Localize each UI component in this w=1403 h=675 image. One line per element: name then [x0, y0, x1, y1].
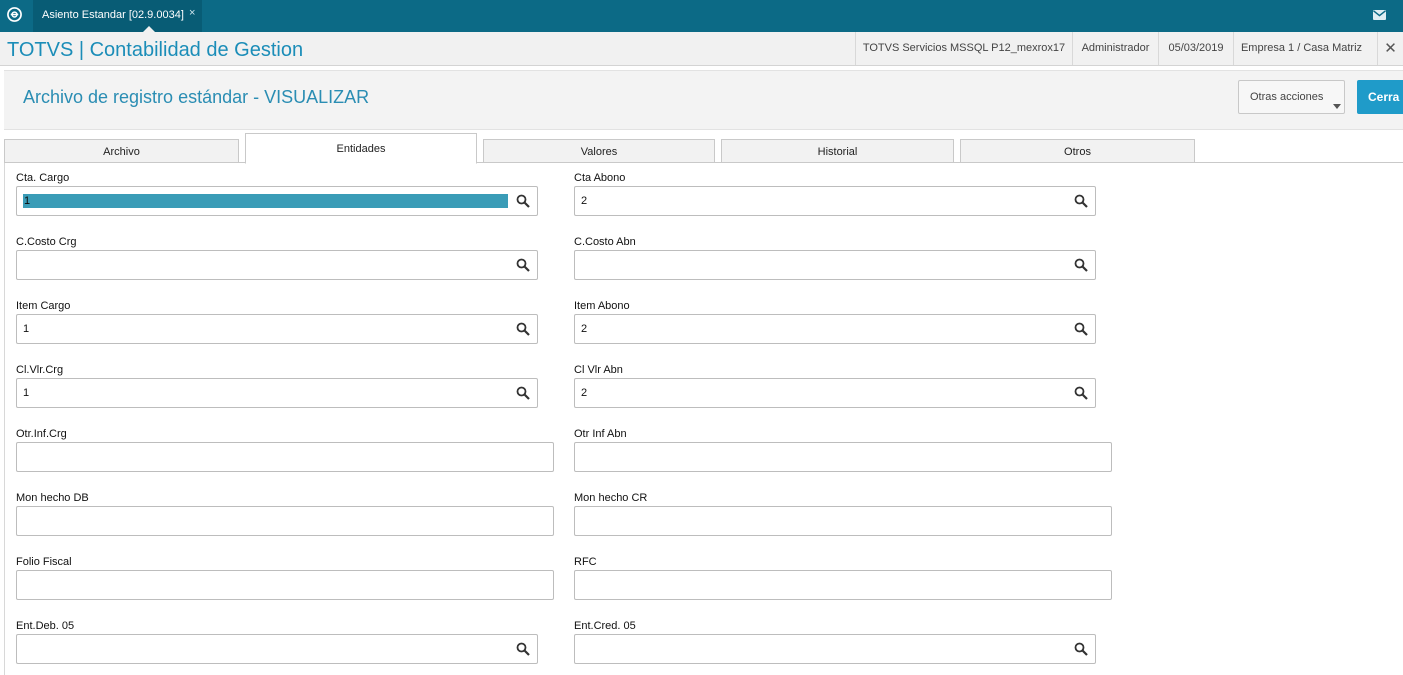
ccosto-crg-field[interactable]: [16, 250, 538, 280]
cl-vlr-abn-value: 2: [581, 387, 588, 399]
app-tab[interactable]: Asiento Estandar [02.9.0034] ×: [33, 0, 202, 32]
tab-archivo[interactable]: Archivo: [4, 139, 239, 163]
search-icon[interactable]: [1074, 386, 1088, 400]
cl-vlr-crg-value: 1: [23, 387, 30, 399]
date-info[interactable]: 05/03/2019: [1158, 32, 1233, 65]
search-icon[interactable]: [516, 642, 530, 656]
item-abono-value: 2: [581, 323, 588, 335]
search-icon[interactable]: [516, 386, 530, 400]
cta-abono-field[interactable]: 2: [574, 186, 1096, 216]
cta-cargo-field[interactable]: 1: [16, 186, 538, 216]
folio-fiscal-field[interactable]: [16, 570, 554, 600]
rfc-field[interactable]: [574, 570, 1112, 600]
close-button[interactable]: Cerra: [1357, 80, 1403, 114]
server-info: TOTVS Servicios MSSQL P12_mexrox17: [855, 32, 1072, 65]
page-title: Archivo de registro estándar - VISUALIZA…: [23, 87, 370, 107]
company-info[interactable]: Empresa 1 / Casa Matriz: [1233, 32, 1369, 65]
close-button-label: Cerra: [1368, 90, 1400, 104]
cl-vlr-crg-label: Cl.Vlr.Crg: [16, 364, 64, 376]
tab-historial[interactable]: Historial: [721, 139, 954, 163]
ent-cred-05-field[interactable]: [574, 634, 1096, 664]
ccosto-abn-field[interactable]: [574, 250, 1096, 280]
close-app-icon[interactable]: ✕: [1377, 32, 1403, 65]
rfc-label: RFC: [574, 556, 597, 568]
otr-inf-abn-label: Otr Inf Abn: [574, 428, 627, 440]
mon-hecho-cr-label: Mon hecho CR: [574, 492, 648, 504]
item-cargo-value: 1: [23, 323, 30, 335]
mon-hecho-cr-field[interactable]: [574, 506, 1112, 536]
search-icon[interactable]: [516, 194, 530, 208]
user-info[interactable]: Administrador: [1072, 32, 1158, 65]
cl-vlr-crg-field[interactable]: 1: [16, 378, 538, 408]
page-header: Archivo de registro estándar - VISUALIZA…: [4, 70, 1403, 130]
app-tab-label: Asiento Estandar [02.9.0034]: [42, 9, 184, 21]
ccosto-abn-label: C.Costo Abn: [574, 236, 636, 248]
chevron-down-icon: [1333, 104, 1341, 109]
tab-valores[interactable]: Valores: [483, 139, 715, 163]
otr-inf-crg-label: Otr.Inf.Crg: [16, 428, 67, 440]
search-icon[interactable]: [1074, 322, 1088, 336]
mail-icon[interactable]: [1373, 10, 1386, 21]
item-abono-label: Item Abono: [574, 300, 630, 312]
otr-inf-crg-field[interactable]: [16, 442, 554, 472]
item-abono-field[interactable]: 2: [574, 314, 1096, 344]
ent-deb-05-field[interactable]: [16, 634, 538, 664]
cta-cargo-selection: 1: [23, 194, 508, 208]
form-border: [4, 163, 5, 675]
top-bar: Asiento Estandar [02.9.0034] ×: [0, 0, 1403, 32]
cta-cargo-value: 1: [24, 195, 31, 207]
app-tab-close-icon[interactable]: ×: [189, 7, 195, 19]
search-icon[interactable]: [1074, 642, 1088, 656]
mon-hecho-db-field[interactable]: [16, 506, 554, 536]
item-cargo-label: Item Cargo: [16, 300, 71, 312]
totvs-logo-icon[interactable]: [7, 7, 22, 22]
search-icon[interactable]: [1074, 258, 1088, 272]
other-actions-button[interactable]: Otras acciones: [1238, 80, 1345, 114]
app-title: TOTVS | Contabilidad de Gestion: [7, 39, 304, 61]
cl-vlr-abn-field[interactable]: 2: [574, 378, 1096, 408]
search-icon[interactable]: [516, 258, 530, 272]
cl-vlr-abn-label: Cl Vlr Abn: [574, 364, 623, 376]
search-icon[interactable]: [1074, 194, 1088, 208]
other-actions-label: Otras acciones: [1250, 91, 1324, 103]
cta-abono-label: Cta Abono: [574, 172, 626, 184]
tab-otros[interactable]: Otros: [960, 139, 1195, 163]
ent-cred-05-label: Ent.Cred. 05: [574, 620, 636, 632]
mon-hecho-db-label: Mon hecho DB: [16, 492, 89, 504]
search-icon[interactable]: [516, 322, 530, 336]
cta-abono-value: 2: [581, 195, 588, 207]
app-header: TOTVS | Contabilidad de Gestion TOTVS Se…: [0, 32, 1403, 66]
ccosto-crg-label: C.Costo Crg: [16, 236, 77, 248]
item-cargo-field[interactable]: 1: [16, 314, 538, 344]
cta-cargo-label: Cta. Cargo: [16, 172, 70, 184]
folio-fiscal-label: Folio Fiscal: [16, 556, 72, 568]
tab-entidades[interactable]: Entidades: [245, 133, 477, 164]
ent-deb-05-label: Ent.Deb. 05: [16, 620, 75, 632]
otr-inf-abn-field[interactable]: [574, 442, 1112, 472]
